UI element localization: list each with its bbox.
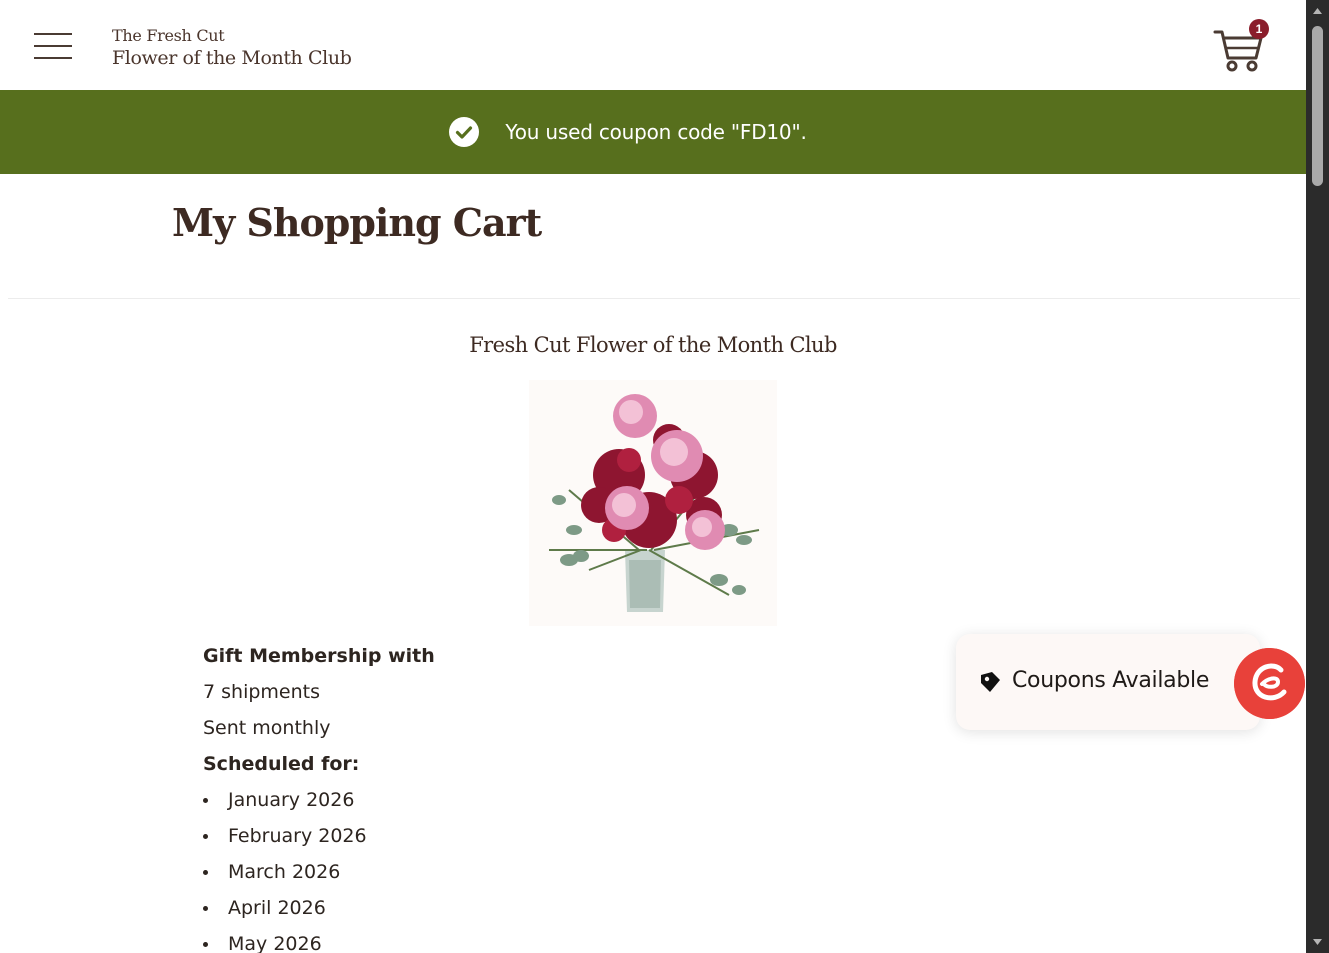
check-circle-icon (449, 117, 480, 147)
schedule-item: January 2026 (203, 782, 435, 818)
product-title[interactable]: Fresh Cut Flower of the Month Club (0, 333, 1306, 357)
logo-line1: The Fresh Cut (112, 26, 225, 45)
shipments-count: 7 shipments (203, 681, 320, 703)
cart-count-badge: 1 (1249, 19, 1269, 39)
coupons-available-button[interactable]: Coupons Available (956, 634, 1260, 730)
schedule-item: April 2026 (203, 890, 435, 926)
page-scrollbar[interactable] (1306, 0, 1329, 953)
flower-bouquet-image[interactable] (529, 380, 777, 626)
scroll-down-arrow-icon[interactable] (1306, 931, 1329, 953)
membership-details: Gift Membership with 7 shipments Sent mo… (203, 638, 435, 953)
banner-message: You used coupon code "FD10". (505, 120, 807, 144)
scheduled-label: Scheduled for: (203, 753, 360, 775)
schedule-item: February 2026 (203, 818, 435, 854)
tag-icon (981, 672, 1000, 692)
shipment-frequency: Sent monthly (203, 717, 331, 739)
hamburger-icon[interactable] (34, 30, 72, 62)
scrollbar-thumb[interactable] (1312, 26, 1323, 186)
divider (8, 298, 1300, 299)
site-header: The Fresh Cut Flower of the Month Club (0, 0, 1306, 90)
page-title: My Shopping Cart (172, 200, 542, 245)
scroll-up-arrow-icon[interactable] (1306, 0, 1329, 22)
schedule-item: May 2026 (203, 926, 435, 953)
coupon-brand-logo-icon[interactable] (1234, 648, 1305, 719)
membership-label: Gift Membership with (203, 645, 435, 667)
logo-line2: Flower of the Month Club (112, 47, 352, 69)
schedule-list: January 2026 February 2026 March 2026 Ap… (203, 782, 435, 953)
coupons-label: Coupons Available (1012, 668, 1210, 693)
schedule-item: March 2026 (203, 854, 435, 890)
site-logo[interactable]: The Fresh Cut Flower of the Month Club (112, 26, 352, 70)
coupon-applied-banner: You used coupon code "FD10". (0, 90, 1306, 174)
